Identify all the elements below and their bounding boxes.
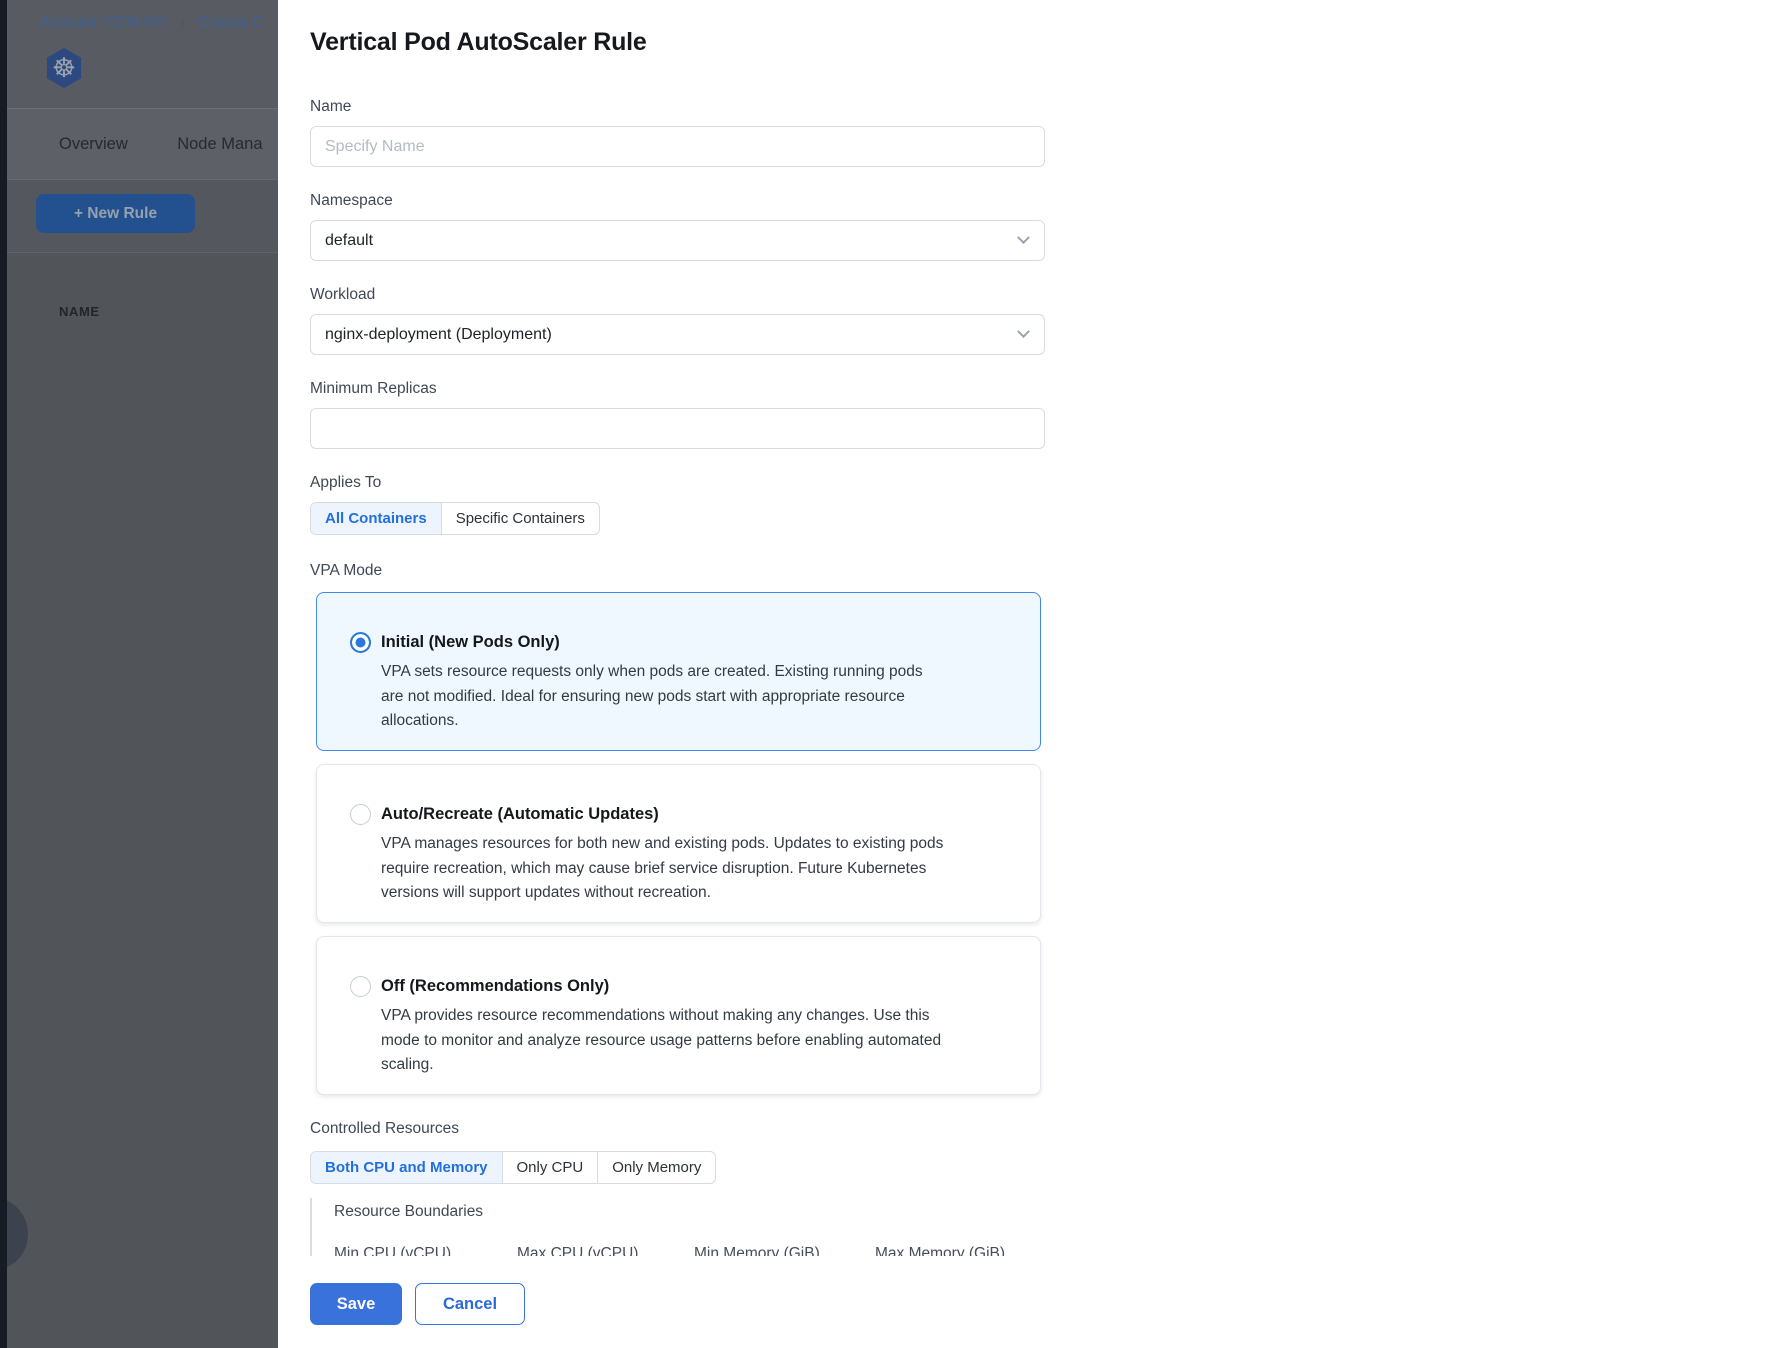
applies-to-label: Applies To	[310, 473, 1045, 492]
vpa-mode-option-description: VPA provides resource recommendations wi…	[381, 1004, 949, 1078]
applies-to-field-group: Applies To All Containers Specific Conta…	[310, 473, 1045, 535]
vpa-mode-option-title: Initial (New Pods Only)	[381, 632, 1000, 652]
vpa-mode-option-off[interactable]: Off (Recommendations Only) VPA provides …	[316, 936, 1041, 1095]
breadcrumb-chevron-icon: ›	[181, 14, 186, 30]
table-column-header-name: NAME	[59, 304, 100, 319]
controlled-resources-toggle: Both CPU and Memory Only CPU Only Memory	[310, 1151, 716, 1184]
workload-label: Workload	[310, 285, 1045, 304]
vpa-mode-option-initial[interactable]: Initial (New Pods Only) VPA sets resourc…	[316, 592, 1041, 751]
controlled-resources-only-memory-option[interactable]: Only Memory	[597, 1152, 715, 1183]
max-cpu-label: Max CPU (vCPU)	[517, 1244, 694, 1256]
min-memory-label: Min Memory (GiB)	[694, 1244, 875, 1256]
cancel-button[interactable]: Cancel	[415, 1283, 525, 1325]
radio-selected-icon[interactable]	[350, 632, 371, 653]
name-label: Name	[310, 97, 1045, 116]
vpa-mode-option-auto-recreate[interactable]: Auto/Recreate (Automatic Updates) VPA ma…	[316, 764, 1041, 923]
namespace-select[interactable]: default	[310, 220, 1045, 261]
vpa-mode-label: VPA Mode	[310, 561, 1045, 580]
radio-unselected-icon[interactable]	[350, 976, 371, 997]
controlled-resources-both-option[interactable]: Both CPU and Memory	[311, 1152, 502, 1183]
workload-selected-value: nginx-deployment (Deployment)	[325, 326, 552, 344]
breadcrumb: Account: CCM-NG › Cluster C	[39, 14, 263, 32]
resource-boundaries-label: Resource Boundaries	[334, 1202, 1045, 1221]
namespace-selected-value: default	[325, 232, 373, 250]
vpa-rule-drawer: Vertical Pod AutoScaler Rule Name Namesp…	[278, 0, 1782, 1348]
vpa-rule-form: Vertical Pod AutoScaler Rule Name Namesp…	[310, 27, 1045, 1256]
applies-to-specific-containers-option[interactable]: Specific Containers	[441, 503, 599, 534]
helm-wheel-glyph: ☸	[52, 55, 76, 82]
vpa-mode-option-title: Off (Recommendations Only)	[381, 976, 1000, 996]
workload-select[interactable]: nginx-deployment (Deployment)	[310, 314, 1045, 355]
workload-field-group: Workload nginx-deployment (Deployment)	[310, 285, 1045, 355]
name-input[interactable]	[310, 126, 1045, 167]
minimum-replicas-field-group: Minimum Replicas	[310, 379, 1045, 449]
drawer-footer: Save Cancel	[278, 1256, 1782, 1348]
save-button[interactable]: Save	[310, 1283, 402, 1325]
min-cpu-label: Min CPU (vCPU)	[334, 1244, 517, 1256]
screen: Account: CCM-NG › Cluster C ☸ Overview N…	[0, 0, 1782, 1348]
resource-boundaries-columns: Min CPU (vCPU) Max CPU (vCPU) Min Memory…	[334, 1244, 1045, 1256]
tab-overview[interactable]: Overview	[59, 135, 128, 153]
drawer-content[interactable]: Vertical Pod AutoScaler Rule Name Namesp…	[278, 0, 1782, 1256]
controlled-resources-field-group: Controlled Resources Both CPU and Memory…	[310, 1119, 1045, 1184]
kubernetes-logo-icon: ☸	[45, 48, 83, 88]
tab-node-management[interactable]: Node Mana	[177, 135, 262, 153]
controlled-resources-only-cpu-option[interactable]: Only CPU	[502, 1152, 598, 1183]
vpa-mode-option-description: VPA sets resource requests only when pod…	[381, 660, 949, 734]
minimum-replicas-input[interactable]	[310, 408, 1045, 449]
max-memory-label: Max Memory (GiB)	[875, 1244, 1005, 1256]
vpa-mode-option-title: Auto/Recreate (Automatic Updates)	[381, 804, 1000, 824]
new-rule-button[interactable]: + New Rule	[36, 194, 195, 233]
chevron-down-icon	[1017, 325, 1030, 338]
breadcrumb-cluster-link[interactable]: Cluster C	[199, 14, 264, 31]
applies-to-toggle: All Containers Specific Containers	[310, 502, 600, 535]
namespace-label: Namespace	[310, 191, 1045, 210]
left-nav-strip	[0, 0, 7, 1348]
namespace-field-group: Namespace default	[310, 191, 1045, 261]
minimum-replicas-label: Minimum Replicas	[310, 379, 1045, 398]
vpa-mode-option-description: VPA manages resources for both new and e…	[381, 832, 949, 906]
chevron-down-icon	[1017, 231, 1030, 244]
name-field-group: Name	[310, 97, 1045, 167]
breadcrumb-account-link[interactable]: Account: CCM-NG	[39, 14, 167, 31]
drawer-title: Vertical Pod AutoScaler Rule	[310, 27, 1045, 57]
applies-to-all-containers-option[interactable]: All Containers	[311, 503, 441, 534]
vpa-mode-field-group: VPA Mode Initial (New Pods Only) VPA set…	[310, 561, 1045, 1095]
controlled-resources-label: Controlled Resources	[310, 1119, 1045, 1138]
radio-unselected-icon[interactable]	[350, 804, 371, 825]
resource-boundaries-section: Resource Boundaries Min CPU (vCPU) Max C…	[310, 1198, 1045, 1256]
